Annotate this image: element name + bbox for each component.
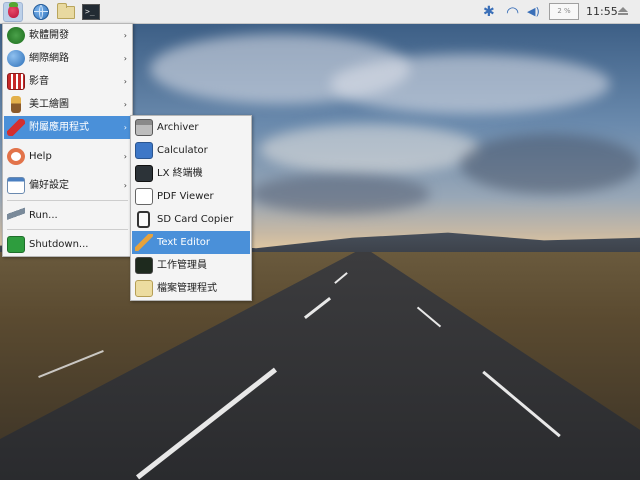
cloud [330, 54, 610, 114]
submenu-item-pdf-viewer[interactable]: PDF Viewer [132, 185, 250, 208]
submenu-item-file-manager[interactable]: 檔案管理程式 [132, 277, 250, 300]
menu-separator [7, 200, 128, 201]
submenu-item-task-manager[interactable]: 工作管理員 [132, 254, 250, 277]
menu-item-label: SD Card Copier [157, 214, 234, 225]
web-browser-launcher[interactable] [31, 2, 51, 22]
submenu-arrow-icon: › [123, 152, 127, 161]
internet-icon [7, 50, 25, 67]
menu-item-label: 美工繪圖 [29, 99, 69, 110]
cpu-monitor[interactable]: 2 % [549, 3, 579, 20]
preferences-icon [7, 177, 25, 194]
menu-item-label: Calculator [157, 145, 208, 156]
menu-item-label: PDF Viewer [157, 191, 214, 202]
graphics-icon [11, 96, 21, 113]
run-icon [7, 207, 25, 224]
menu-item-run[interactable]: Run... [4, 204, 131, 227]
menu-item-preferences[interactable]: 偏好設定 › [4, 174, 131, 197]
terminal-icon [135, 165, 153, 182]
applications-menu: 軟體開發 › 網際網路 › 影音 › 美工繪圖 › 附屬應用程式 › Help … [2, 23, 133, 257]
submenu-item-terminal[interactable]: LX 終端機 [132, 162, 250, 185]
menu-item-label: 偏好設定 [29, 180, 69, 191]
menu-item-label: 影音 [29, 76, 49, 87]
sd-card-icon [137, 211, 150, 228]
file-manager-icon [135, 280, 153, 297]
sound-video-icon [7, 73, 25, 90]
menu-item-sound-video[interactable]: 影音 › [4, 70, 131, 93]
terminal-launcher[interactable]: >_ [81, 2, 101, 22]
task-manager-icon [135, 257, 153, 274]
accessories-submenu: Archiver Calculator LX 終端機 PDF Viewer SD… [130, 115, 252, 301]
submenu-item-calculator[interactable]: Calculator [132, 139, 250, 162]
menu-item-label: 工作管理員 [157, 260, 207, 271]
menu-item-programming[interactable]: 軟體開發 › [4, 24, 131, 47]
programming-icon [7, 27, 25, 44]
submenu-arrow-icon: › [123, 123, 127, 132]
shutdown-icon [7, 236, 25, 253]
submenu-arrow-icon: › [123, 77, 127, 86]
menu-item-label: Archiver [157, 122, 199, 133]
file-manager-icon [57, 3, 75, 19]
wifi-icon[interactable]: ◠ [506, 0, 519, 24]
menu-item-label: Shutdown... [29, 239, 89, 250]
web-browser-icon [33, 4, 49, 20]
menu-item-label: 檔案管理程式 [157, 283, 217, 294]
menu-separator [7, 229, 128, 230]
top-panel: >_ ✱ ◠ ◀) 2 % 11:55 [0, 0, 640, 24]
menu-item-graphics[interactable]: 美工繪圖 › [4, 93, 131, 116]
terminal-icon: >_ [82, 4, 100, 20]
submenu-item-text-editor[interactable]: Text Editor [132, 231, 250, 254]
clock[interactable]: 11:55 [586, 0, 618, 24]
eject-icon[interactable] [618, 7, 628, 15]
menu-item-internet[interactable]: 網際網路 › [4, 47, 131, 70]
calculator-icon [135, 142, 153, 159]
applications-menu-button[interactable] [3, 2, 23, 22]
archiver-icon [135, 119, 153, 136]
menu-item-label: Help [29, 151, 52, 162]
menu-item-label: Text Editor [157, 237, 210, 248]
help-icon [7, 148, 25, 165]
menu-item-label: 網際網路 [29, 53, 69, 64]
text-editor-icon [135, 234, 153, 251]
menu-item-label: 附屬應用程式 [29, 122, 89, 133]
cloud [250, 174, 430, 214]
raspberry-menu-icon [8, 2, 19, 18]
menu-item-shutdown[interactable]: Shutdown... [4, 233, 131, 256]
menu-item-label: 軟體開發 [29, 30, 69, 41]
submenu-item-archiver[interactable]: Archiver [132, 116, 250, 139]
volume-icon[interactable]: ◀) [527, 0, 540, 24]
submenu-arrow-icon: › [123, 31, 127, 40]
cloud [460, 134, 640, 194]
menu-item-label: Run... [29, 210, 58, 221]
file-manager-launcher[interactable] [56, 2, 76, 22]
bluetooth-icon[interactable]: ✱ [483, 0, 495, 24]
submenu-arrow-icon: › [123, 181, 127, 190]
pdf-viewer-icon [135, 188, 153, 205]
submenu-item-sd-card-copier[interactable]: SD Card Copier [132, 208, 250, 231]
submenu-arrow-icon: › [123, 100, 127, 109]
menu-item-accessories[interactable]: 附屬應用程式 › [4, 116, 131, 139]
menu-item-label: LX 終端機 [157, 168, 203, 179]
submenu-arrow-icon: › [123, 54, 127, 63]
accessories-icon [7, 119, 25, 136]
menu-item-help[interactable]: Help › [4, 145, 131, 168]
cloud [260, 124, 480, 174]
